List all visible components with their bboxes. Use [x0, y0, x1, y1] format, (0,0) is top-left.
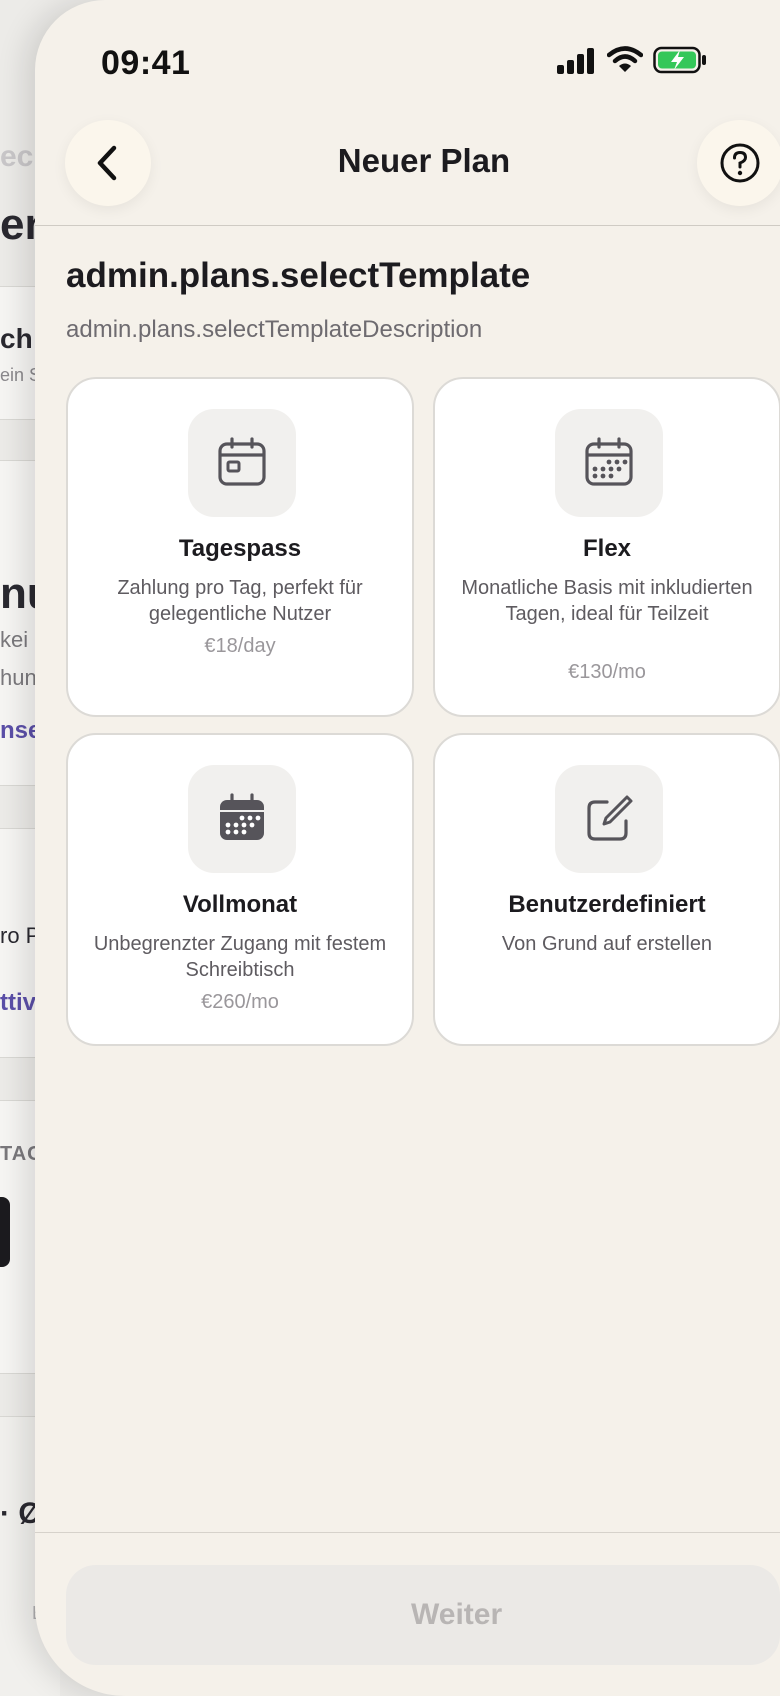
card-price: €18/day: [204, 635, 276, 657]
next-button[interactable]: Weiter: [66, 1565, 780, 1665]
page-title: Neuer Plan: [337, 142, 511, 179]
status-bar: 09:41: [35, 0, 780, 110]
battery-charging-icon: [653, 46, 706, 74]
calendar-day-icon: [218, 437, 266, 486]
card-title: Benutzerdefiniert: [508, 891, 706, 918]
card-title: Flex: [582, 535, 632, 562]
template-card-tagespass[interactable]: Tagespass Zahlung pro Tag, perfekt für g…: [66, 377, 414, 717]
wifi-icon: [607, 46, 643, 72]
card-description: Von Grund auf erstellen: [501, 933, 713, 955]
bg-blurred-title: ec: [0, 140, 34, 173]
help-button[interactable]: [697, 120, 780, 206]
card-icon-box: [188, 409, 296, 517]
edit-square-icon: [587, 795, 633, 841]
card-price: €260/mo: [201, 991, 279, 1013]
card-description: Unbegrenzter Zugang mit festem Schreibti…: [93, 933, 387, 981]
template-card-vollmonat[interactable]: Vollmonat Unbegrenzter Zugang mit festem…: [66, 733, 414, 1046]
card-title: Tagespass: [178, 535, 302, 562]
section-description: admin.plans.selectTemplateDescription: [66, 316, 483, 343]
new-plan-sheet: 09:41 Neuer Plan admin.plans.selectTempl…: [35, 0, 780, 1696]
sheet-header: Neuer Plan: [35, 110, 780, 226]
card-title: Vollmonat: [182, 891, 298, 918]
bg-fragment-text: kei: [0, 627, 29, 652]
status-time: 09:41: [101, 44, 191, 82]
template-card-benutzerdefiniert[interactable]: Benutzerdefiniert Von Grund auf erstelle…: [433, 733, 780, 1046]
bg-fragment-link: ttiv: [0, 989, 36, 1016]
calendar-dots-icon: [585, 437, 633, 486]
card-price: €130/mo: [568, 661, 646, 683]
signal-icon: [557, 48, 594, 74]
card-icon-box: [555, 765, 663, 873]
card-description: Monatliche Basis mit inkludierten Tagen,…: [461, 577, 753, 625]
card-icon-box: [555, 409, 663, 517]
sheet-footer: Weiter: [35, 1532, 780, 1696]
bg-fragment-text: ch: [0, 323, 33, 354]
bg-fragment-text: hun: [0, 665, 37, 690]
card-icon-box: [188, 765, 296, 873]
bg-dark-button: [0, 1197, 10, 1267]
template-card-flex[interactable]: Flex Monatliche Basis mit inkludierten T…: [433, 377, 780, 717]
section-title: admin.plans.selectTemplate: [66, 256, 531, 295]
calendar-filled-icon: [220, 793, 264, 840]
help-circle-icon: [720, 143, 760, 183]
card-description: Zahlung pro Tag, perfekt für gelegentlic…: [117, 577, 363, 625]
